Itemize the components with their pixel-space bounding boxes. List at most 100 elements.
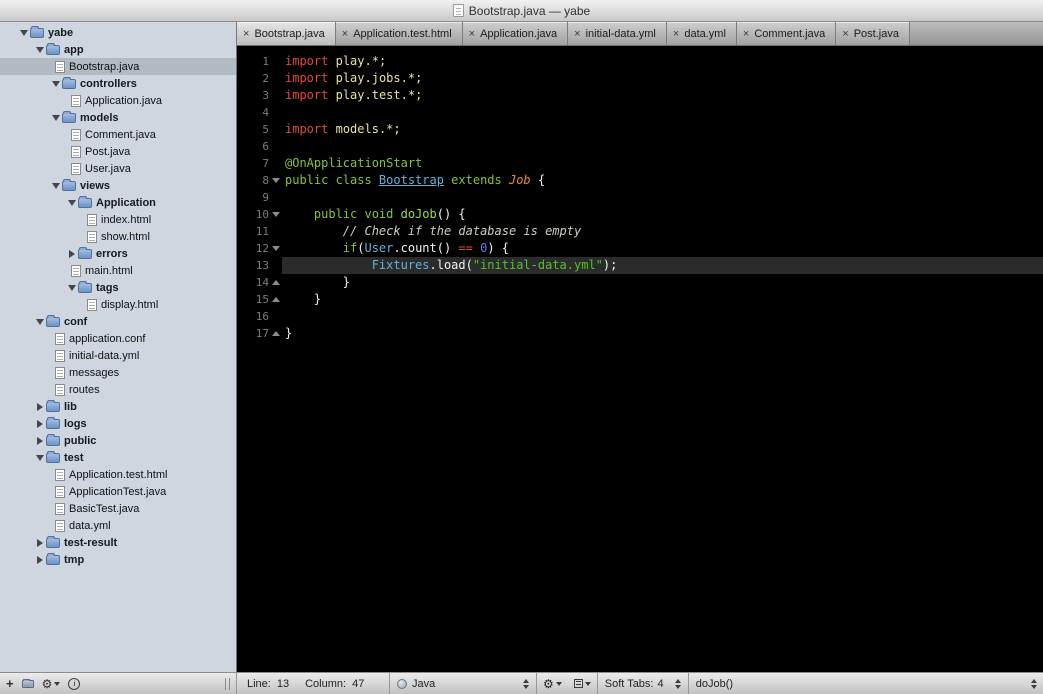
- disclosure-triangle-icon[interactable]: [18, 24, 30, 41]
- code-line[interactable]: 10 public void doJob() {: [237, 206, 1043, 223]
- tree-item-controllers[interactable]: controllers: [0, 75, 236, 92]
- tree-item-show-html[interactable]: show.html: [0, 228, 236, 245]
- column-value: 47: [352, 678, 364, 690]
- tree-item-basictest-java[interactable]: BasicTest.java: [0, 500, 236, 517]
- tab-close-icon[interactable]: ×: [342, 29, 348, 39]
- tab-post-java[interactable]: ×Post.java: [836, 22, 910, 45]
- code-editor[interactable]: 1import play.*;2import play.jobs.*;3impo…: [237, 46, 1043, 672]
- new-file-button[interactable]: +: [6, 677, 14, 690]
- tree-item-yabe[interactable]: yabe: [0, 24, 236, 41]
- code-line[interactable]: 8public class Bootstrap extends Job {: [237, 172, 1043, 189]
- fold-marker-icon[interactable]: [269, 172, 282, 189]
- tab-data-yml[interactable]: ×data.yml: [667, 22, 737, 45]
- tree-item-user-java[interactable]: User.java: [0, 160, 236, 177]
- code-text: Fixtures.load("initial-data.yml");: [282, 257, 1043, 274]
- disclosure-triangle-icon[interactable]: [34, 398, 46, 415]
- code-line[interactable]: 13 Fixtures.load("initial-data.yml");: [237, 257, 1043, 274]
- tree-item-tmp[interactable]: tmp: [0, 551, 236, 568]
- disclosure-triangle-icon[interactable]: [66, 194, 78, 211]
- fold-marker-icon[interactable]: [269, 240, 282, 257]
- disclosure-triangle-icon[interactable]: [66, 245, 78, 262]
- tab-comment-java[interactable]: ×Comment.java: [737, 22, 836, 45]
- fold-marker-icon[interactable]: [269, 325, 282, 342]
- tab-close-icon[interactable]: ×: [469, 29, 475, 39]
- tab-close-icon[interactable]: ×: [842, 29, 848, 39]
- tree-item-public[interactable]: public: [0, 432, 236, 449]
- code-line[interactable]: 6: [237, 138, 1043, 155]
- tree-item-models[interactable]: models: [0, 109, 236, 126]
- action-menu-button[interactable]: ⚙: [42, 678, 61, 690]
- tab-close-icon[interactable]: ×: [243, 29, 249, 39]
- info-button[interactable]: i: [68, 678, 80, 690]
- tree-item-post-java[interactable]: Post.java: [0, 143, 236, 160]
- tab-application-java[interactable]: ×Application.java: [463, 22, 569, 45]
- language-dropdown[interactable]: Java: [390, 673, 536, 694]
- tree-item-data-yml[interactable]: data.yml: [0, 517, 236, 534]
- code-line[interactable]: 9: [237, 189, 1043, 206]
- code-line[interactable]: 7@OnApplicationStart: [237, 155, 1043, 172]
- code-line[interactable]: 12 if(User.count() == 0) {: [237, 240, 1043, 257]
- bundle-menu-dropdown[interactable]: ⚙: [537, 673, 568, 694]
- tree-item-index-html[interactable]: index.html: [0, 211, 236, 228]
- disclosure-triangle-icon[interactable]: [34, 313, 46, 330]
- tree-item-views[interactable]: views: [0, 177, 236, 194]
- disclosure-triangle-icon[interactable]: [34, 551, 46, 568]
- file-icon: [55, 384, 65, 396]
- code-line[interactable]: 1import play.*;: [237, 53, 1043, 70]
- tree-item-test[interactable]: test: [0, 449, 236, 466]
- code-line[interactable]: 4: [237, 104, 1043, 121]
- tree-item-lib[interactable]: lib: [0, 398, 236, 415]
- tree-item-display-html[interactable]: display.html: [0, 296, 236, 313]
- tree-item-main-html[interactable]: main.html: [0, 262, 236, 279]
- tree-item-application-conf[interactable]: application.conf: [0, 330, 236, 347]
- tree-item-applicationtest-java[interactable]: ApplicationTest.java: [0, 483, 236, 500]
- editor-column: ×Bootstrap.java×Application.test.html×Ap…: [237, 22, 1043, 672]
- tab-initial-data-yml[interactable]: ×initial-data.yml: [568, 22, 667, 45]
- tree-item-logs[interactable]: logs: [0, 415, 236, 432]
- symbol-dropdown[interactable]: doJob(): [689, 673, 1043, 694]
- add-folder-button[interactable]: [22, 680, 34, 688]
- tab-bootstrap-java[interactable]: ×Bootstrap.java: [237, 22, 336, 45]
- code-line[interactable]: 3import play.test.*;: [237, 87, 1043, 104]
- disclosure-triangle-icon[interactable]: [50, 109, 62, 126]
- drawer-resize-handle[interactable]: [225, 678, 230, 690]
- disclosure-triangle-icon[interactable]: [34, 41, 46, 58]
- code-line[interactable]: 2import play.jobs.*;: [237, 70, 1043, 87]
- tree-item-app[interactable]: app: [0, 41, 236, 58]
- disclosure-triangle-icon[interactable]: [34, 432, 46, 449]
- tree-item-tags[interactable]: tags: [0, 279, 236, 296]
- tab-close-icon[interactable]: ×: [574, 29, 580, 39]
- disclosure-triangle-icon[interactable]: [50, 177, 62, 194]
- disclosure-triangle-icon[interactable]: [50, 75, 62, 92]
- fold-marker-icon[interactable]: [269, 274, 282, 291]
- fold-marker-icon[interactable]: [269, 206, 282, 223]
- tree-item-application-java[interactable]: Application.java: [0, 92, 236, 109]
- tree-item-initial-data-yml[interactable]: initial-data.yml: [0, 347, 236, 364]
- tab-close-icon[interactable]: ×: [743, 29, 749, 39]
- code-line[interactable]: 5import models.*;: [237, 121, 1043, 138]
- fold-marker-icon[interactable]: [269, 291, 282, 308]
- tree-item-application[interactable]: Application: [0, 194, 236, 211]
- tree-item-application-test-html[interactable]: Application.test.html: [0, 466, 236, 483]
- tab-application-test-html[interactable]: ×Application.test.html: [336, 22, 463, 45]
- tree-item-messages[interactable]: messages: [0, 364, 236, 381]
- code-line[interactable]: 17}: [237, 325, 1043, 342]
- code-line[interactable]: 15 }: [237, 291, 1043, 308]
- tab-close-icon[interactable]: ×: [673, 29, 679, 39]
- tree-item-bootstrap-java[interactable]: Bootstrap.java: [0, 58, 236, 75]
- tree-item-comment-java[interactable]: Comment.java: [0, 126, 236, 143]
- disclosure-triangle-icon[interactable]: [34, 449, 46, 466]
- tree-item-errors[interactable]: errors: [0, 245, 236, 262]
- title-bar[interactable]: Bootstrap.java — yabe: [0, 0, 1043, 22]
- code-line[interactable]: 16: [237, 308, 1043, 325]
- tree-item-conf[interactable]: conf: [0, 313, 236, 330]
- soft-tabs-dropdown[interactable]: Soft Tabs: 4: [598, 673, 688, 694]
- code-line[interactable]: 14 }: [237, 274, 1043, 291]
- disclosure-triangle-icon[interactable]: [66, 279, 78, 296]
- tree-item-test-result[interactable]: test-result: [0, 534, 236, 551]
- code-line[interactable]: 11 // Check if the database is empty: [237, 223, 1043, 240]
- options-menu-dropdown[interactable]: [568, 673, 597, 694]
- disclosure-triangle-icon[interactable]: [34, 534, 46, 551]
- disclosure-triangle-icon[interactable]: [34, 415, 46, 432]
- tree-item-routes[interactable]: routes: [0, 381, 236, 398]
